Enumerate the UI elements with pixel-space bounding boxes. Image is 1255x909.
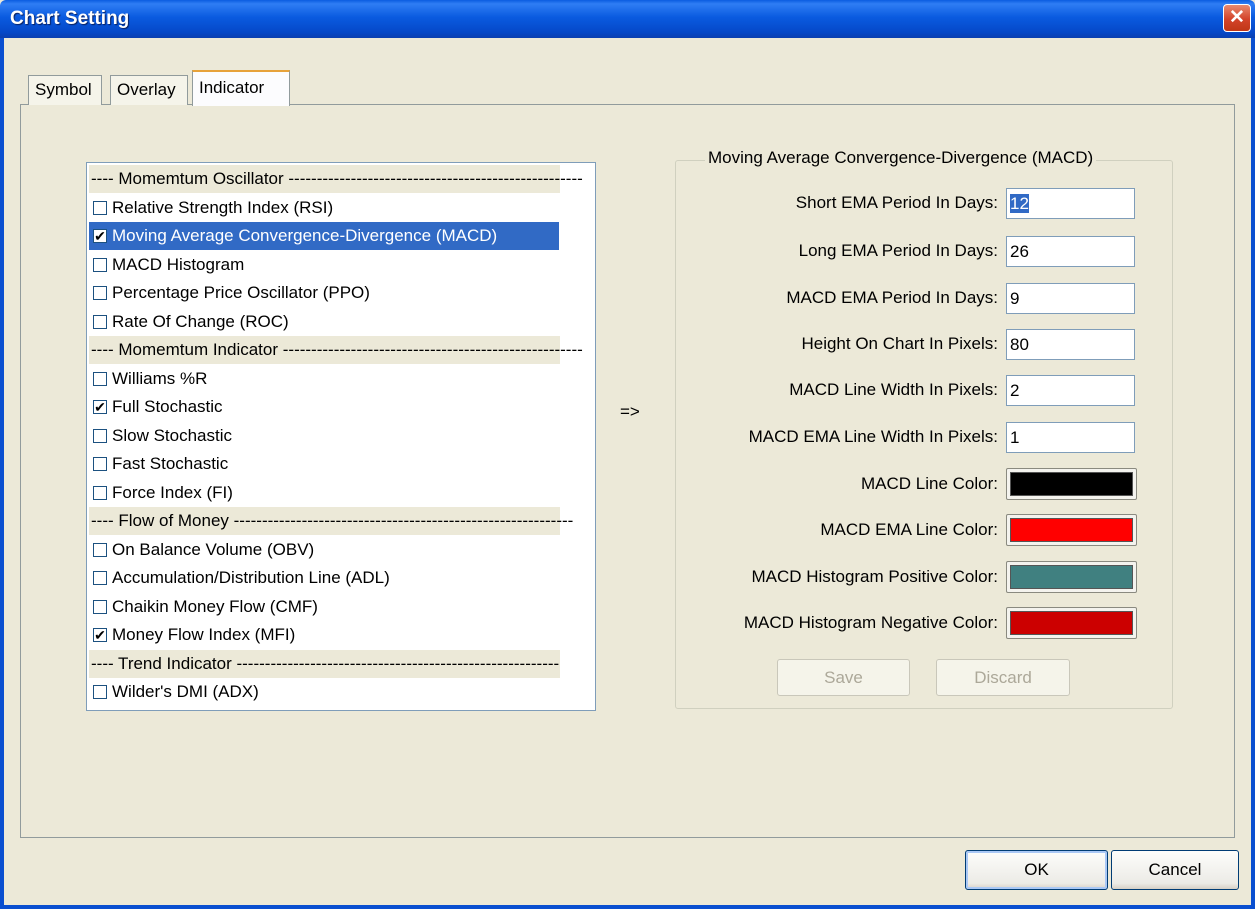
list-item-label: Fast Stochastic	[112, 454, 229, 473]
save-button[interactable]: Save	[777, 659, 910, 696]
list-section-header: ---- Trend Indicator -------------------…	[89, 649, 560, 678]
section-label: ---- Flow of Money ---------------------…	[91, 511, 574, 530]
list-item-checkbox[interactable]	[93, 257, 107, 272]
list-item[interactable]: ✔ Money Flow Index (MFI)	[89, 621, 560, 649]
hist-pos-color-label: MACD Histogram Positive Color:	[751, 567, 998, 586]
macd-ema-label: MACD EMA Period In Days:	[786, 288, 998, 307]
list-item-label: Wilder's DMI (ADX)	[112, 682, 259, 701]
list-item-label: Rate Of Change (ROC)	[112, 311, 289, 331]
ema-line-color-button[interactable]	[1006, 514, 1137, 546]
list-item[interactable]: ✔ Moving Average Convergence-Divergence (…	[89, 222, 559, 250]
list-item[interactable]: Williams %R	[89, 365, 560, 393]
list-item-checkbox[interactable]	[93, 542, 107, 557]
list-item[interactable]: On Balance Volume (OBV)	[89, 536, 560, 564]
list-item-checkbox[interactable]	[93, 599, 107, 614]
list-item[interactable]: Accumulation/Distribution Line (ADL)	[89, 564, 560, 592]
list-item[interactable]: Relative Strength Index (RSI)	[89, 194, 560, 222]
list-item-label: Percentage Price Oscillator (PPO)	[112, 283, 370, 302]
list-item-label: Williams %R	[112, 368, 208, 388]
list-item-label: Slow Stochastic	[112, 425, 232, 445]
arrow-label: =>	[620, 402, 640, 421]
long-ema-input[interactable]: 26	[1006, 236, 1135, 267]
hist-neg-color-label: MACD Histogram Negative Color:	[743, 613, 998, 632]
list-item[interactable]: Wilder's DMI (ADX)	[89, 678, 560, 706]
hist-neg-color-swatch	[1010, 611, 1133, 635]
line-width-label: MACD Line Width In Pixels:	[789, 380, 998, 399]
list-item-label: Accumulation/Distribution Line (ADL)	[112, 568, 390, 587]
section-label: ---- Momemtum Indicator ----------------…	[91, 340, 583, 359]
list-item[interactable]: MACD Histogram	[89, 251, 560, 279]
tab-overlay[interactable]: Overlay	[110, 75, 188, 105]
list-section-header: ---- Flow of Money ---------------------…	[89, 507, 573, 535]
check-icon: ✔	[94, 228, 106, 244]
ema-line-color-swatch	[1010, 518, 1133, 542]
chart-setting-dialog: Chart Setting ✕ Symbol Overlay Indicator…	[0, 0, 1255, 909]
list-item[interactable]: Slow Stochastic	[89, 422, 560, 450]
height-label: Height On Chart In Pixels:	[801, 334, 998, 353]
list-item[interactable]: Percentage Price Oscillator (PPO)	[89, 279, 560, 307]
ema-line-color-label: MACD EMA Line Color:	[820, 520, 998, 539]
section-label: ---- Trend Indicator -------------------…	[91, 653, 560, 673]
list-section-header: ---- Momemtum Indicator ----------------…	[89, 336, 583, 364]
hist-pos-color-swatch	[1010, 565, 1133, 589]
list-item[interactable]: Fast Stochastic	[89, 450, 560, 478]
list-item-label: On Balance Volume (OBV)	[112, 539, 315, 559]
title-bar[interactable]: Chart Setting ✕	[0, 0, 1255, 38]
list-item-checkbox[interactable]: ✔	[93, 628, 107, 642]
line-color-swatch	[1010, 472, 1133, 496]
macd-ema-input[interactable]: 9	[1006, 283, 1135, 314]
list-item-checkbox[interactable]	[93, 571, 107, 585]
line-color-button[interactable]	[1006, 468, 1137, 500]
list-item[interactable]: Rate Of Change (ROC)	[89, 308, 560, 336]
list-item-label: Chaikin Money Flow (CMF)	[112, 596, 318, 616]
list-item-checkbox[interactable]	[93, 200, 107, 215]
hist-pos-color-button[interactable]	[1006, 561, 1137, 593]
line-color-label: MACD Line Color:	[861, 474, 998, 493]
close-button[interactable]: ✕	[1223, 4, 1251, 32]
long-ema-label: Long EMA Period In Days:	[798, 241, 998, 260]
macd-group-title: Moving Average Convergence-Divergence (M…	[705, 148, 1097, 168]
discard-button[interactable]: Discard	[936, 659, 1070, 696]
list-item-label: Money Flow Index (MFI)	[112, 625, 296, 644]
short-ema-value: 12	[1010, 194, 1029, 213]
list-item-checkbox[interactable]: ✔	[93, 400, 107, 414]
line-width-input[interactable]: 2	[1006, 375, 1135, 406]
ema-line-width-label: MACD EMA Line Width In Pixels:	[748, 427, 998, 446]
list-item[interactable]: Force Index (FI)	[89, 479, 560, 507]
list-item-label: Relative Strength Index (RSI)	[112, 197, 334, 217]
list-item-checkbox[interactable]	[93, 371, 107, 386]
tab-indicator[interactable]: Indicator	[192, 70, 290, 106]
list-item-checkbox[interactable]	[93, 314, 107, 329]
list-item-label: Force Index (FI)	[112, 482, 233, 502]
indicator-list[interactable]: ---- Momemtum Oscillator ---------------…	[86, 162, 596, 711]
ok-button[interactable]: OK	[965, 850, 1108, 890]
list-item-checkbox[interactable]	[93, 485, 107, 500]
window-title: Chart Setting	[10, 8, 130, 29]
short-ema-input[interactable]: 12	[1006, 188, 1135, 219]
tab-symbol[interactable]: Symbol	[28, 75, 102, 105]
list-item-checkbox[interactable]	[93, 428, 107, 443]
list-item-label: Moving Average Convergence-Divergence (M…	[112, 226, 498, 245]
list-item-checkbox[interactable]	[93, 685, 107, 699]
list-item-label: MACD Histogram	[112, 254, 245, 274]
list-item-checkbox[interactable]: ✔	[93, 229, 107, 243]
cancel-button[interactable]: Cancel	[1111, 850, 1239, 890]
height-input[interactable]: 80	[1006, 329, 1135, 360]
list-item[interactable]: ✔ Full Stochastic	[89, 393, 560, 421]
ema-line-width-input[interactable]: 1	[1006, 422, 1135, 453]
list-item[interactable]: Chaikin Money Flow (CMF)	[89, 593, 560, 621]
section-label: ---- Momemtum Oscillator ---------------…	[91, 169, 583, 188]
window-frame-left	[0, 38, 4, 909]
check-icon: ✔	[94, 399, 106, 415]
list-item-checkbox[interactable]	[93, 286, 107, 300]
check-icon: ✔	[94, 627, 106, 643]
close-icon: ✕	[1229, 7, 1245, 28]
list-item-checkbox[interactable]	[93, 457, 107, 471]
window-frame-right	[1251, 38, 1255, 909]
list-item-label: Full Stochastic	[112, 397, 223, 416]
list-section-header: ---- Momemtum Oscillator ---------------…	[89, 165, 583, 193]
window-frame-bottom	[0, 905, 1255, 909]
short-ema-label: Short EMA Period In Days:	[795, 193, 998, 212]
hist-neg-color-button[interactable]	[1006, 607, 1137, 639]
